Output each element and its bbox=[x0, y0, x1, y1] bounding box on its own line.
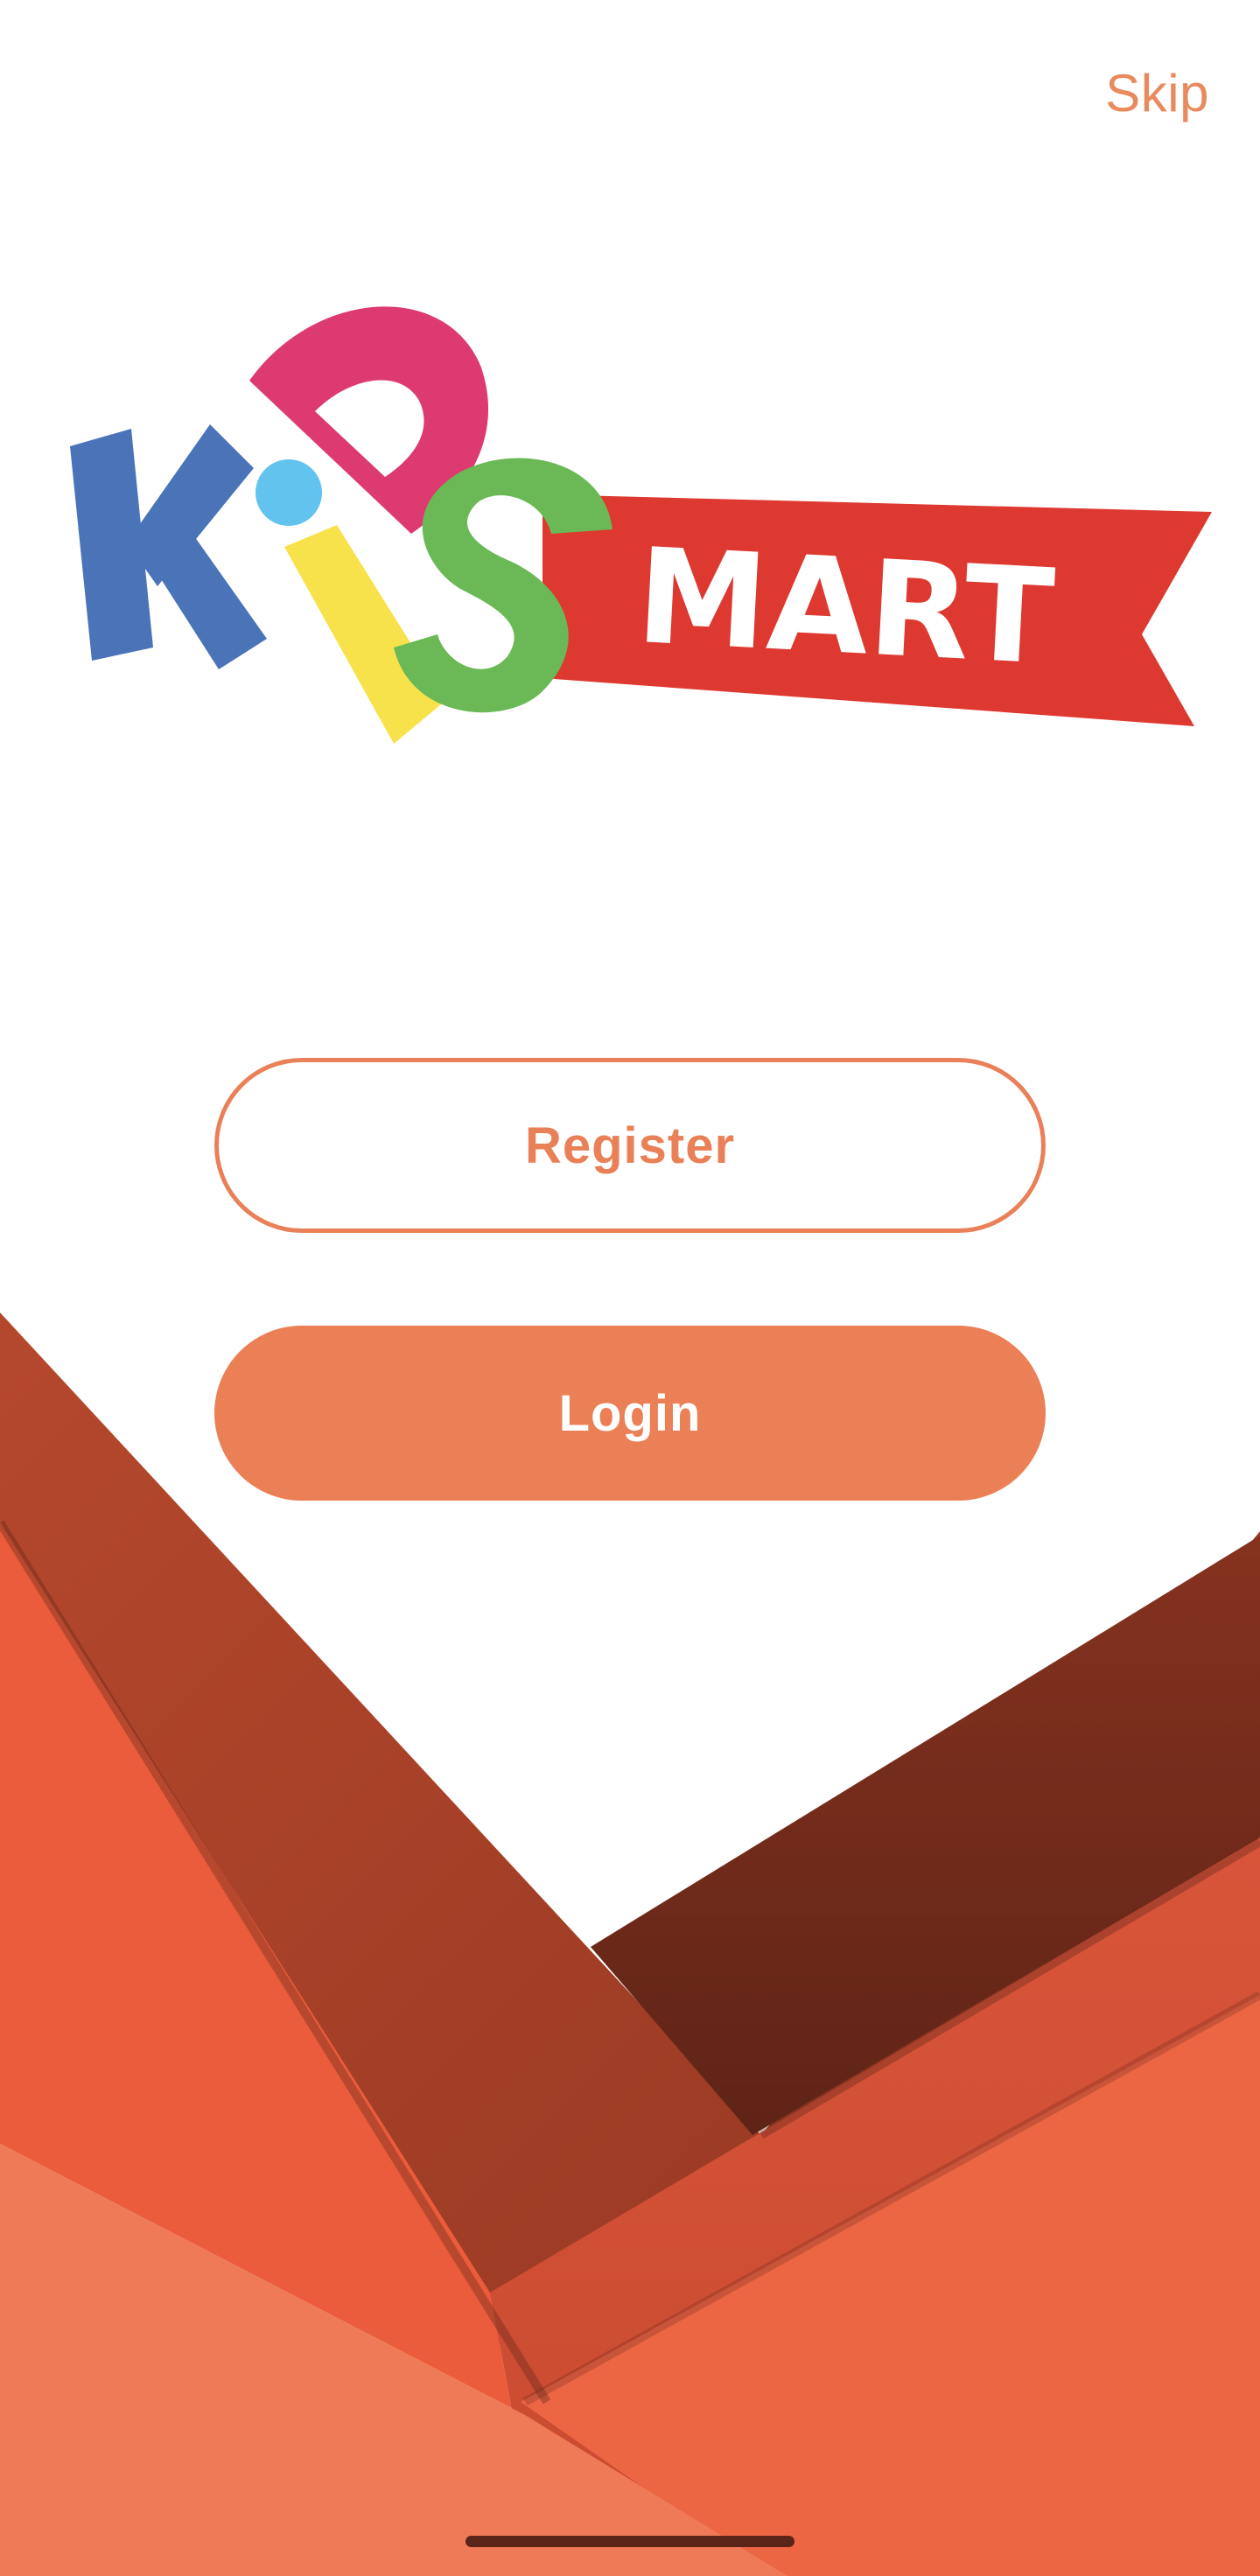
logo-letter-k bbox=[70, 424, 267, 669]
home-indicator bbox=[466, 2536, 794, 2547]
skip-link[interactable]: Skip bbox=[1105, 63, 1209, 123]
kidsmart-logo: MART bbox=[52, 271, 1225, 761]
welcome-screen: Skip MART Register Login bbox=[0, 0, 1260, 2576]
logo-letter-i-dot bbox=[256, 459, 322, 526]
logo-mart-text: MART bbox=[634, 521, 1058, 695]
kidsmart-logo-artwork: MART bbox=[70, 306, 1212, 744]
login-button[interactable]: Login bbox=[214, 1326, 1046, 1501]
logo-letter-i bbox=[284, 525, 446, 744]
register-button[interactable]: Register bbox=[214, 1058, 1046, 1233]
